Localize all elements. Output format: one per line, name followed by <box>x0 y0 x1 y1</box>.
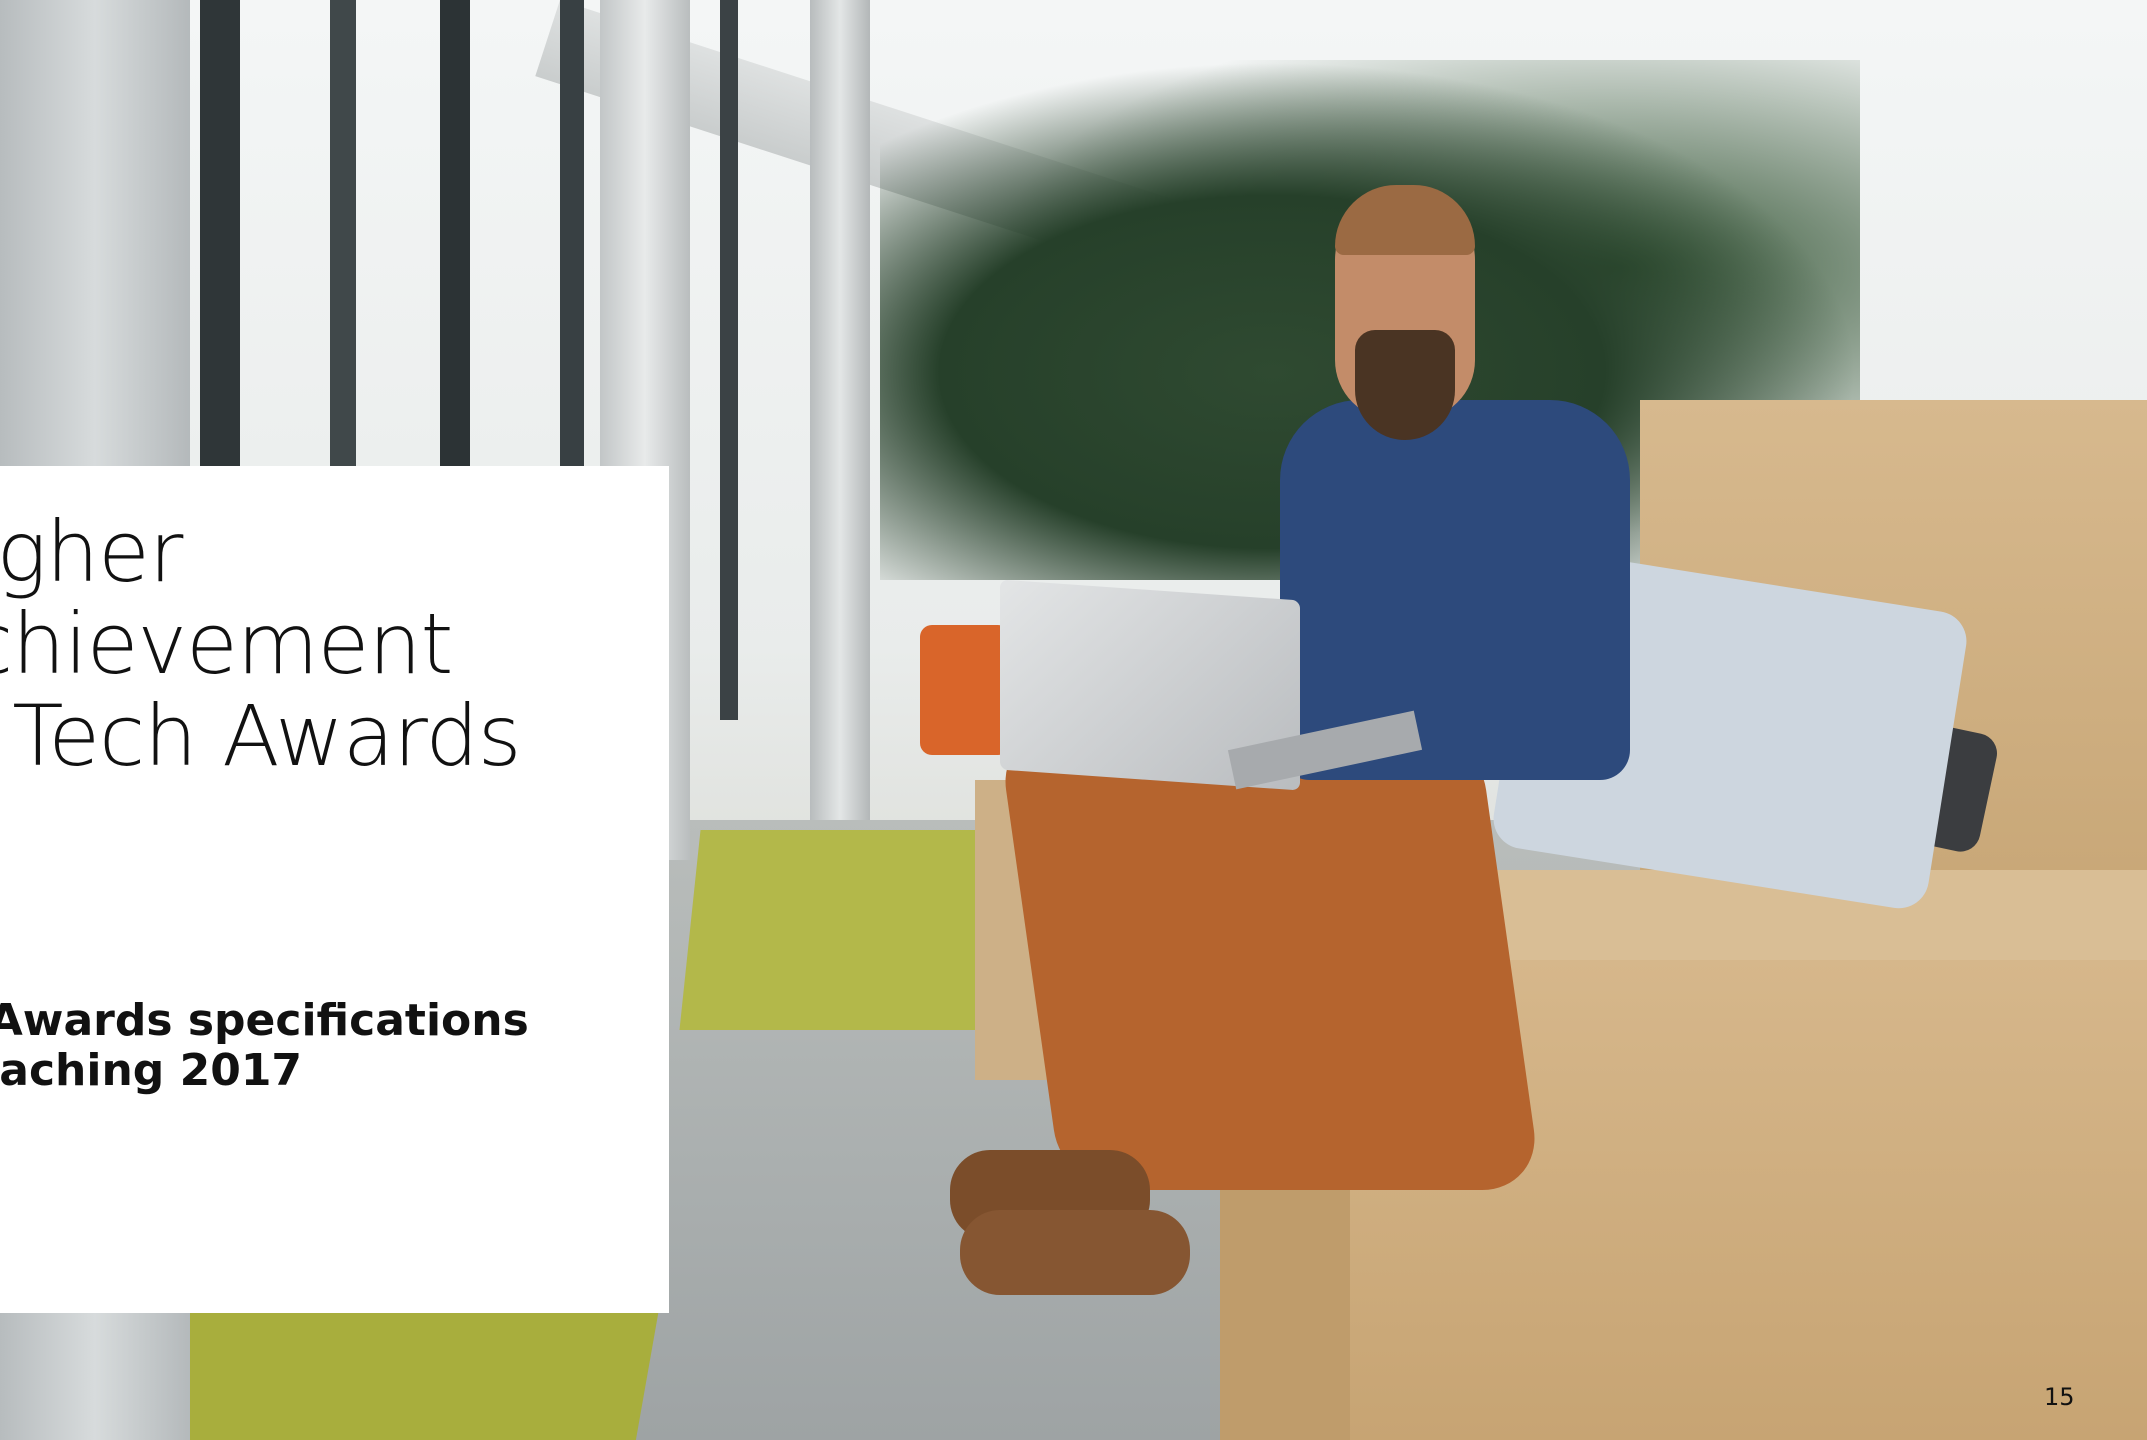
person-legs <box>997 730 1543 1190</box>
person-beard <box>1355 330 1455 440</box>
shoe <box>960 1210 1190 1295</box>
title-panel: Higher Achievement in Tech Awards Tech A… <box>0 466 669 1313</box>
pillar <box>810 0 870 820</box>
page-number: 15 <box>2044 1383 2075 1411</box>
page-subtitle: Tech Awards specifications for teaching … <box>0 996 669 1096</box>
title-line: Achievement <box>0 595 454 693</box>
green-carpet-patch <box>679 830 1001 1030</box>
window-frame <box>720 0 738 720</box>
orange-chair <box>920 625 1010 755</box>
subtitle-line: Tech Awards specifications <box>0 995 529 1046</box>
title-line: in Tech Awards <box>0 687 522 785</box>
title-line: Higher <box>0 503 183 601</box>
page-title: Higher Achievement in Tech Awards <box>0 506 669 782</box>
person-torso <box>1280 400 1630 780</box>
subtitle-line: for teaching 2017 <box>0 1045 303 1096</box>
